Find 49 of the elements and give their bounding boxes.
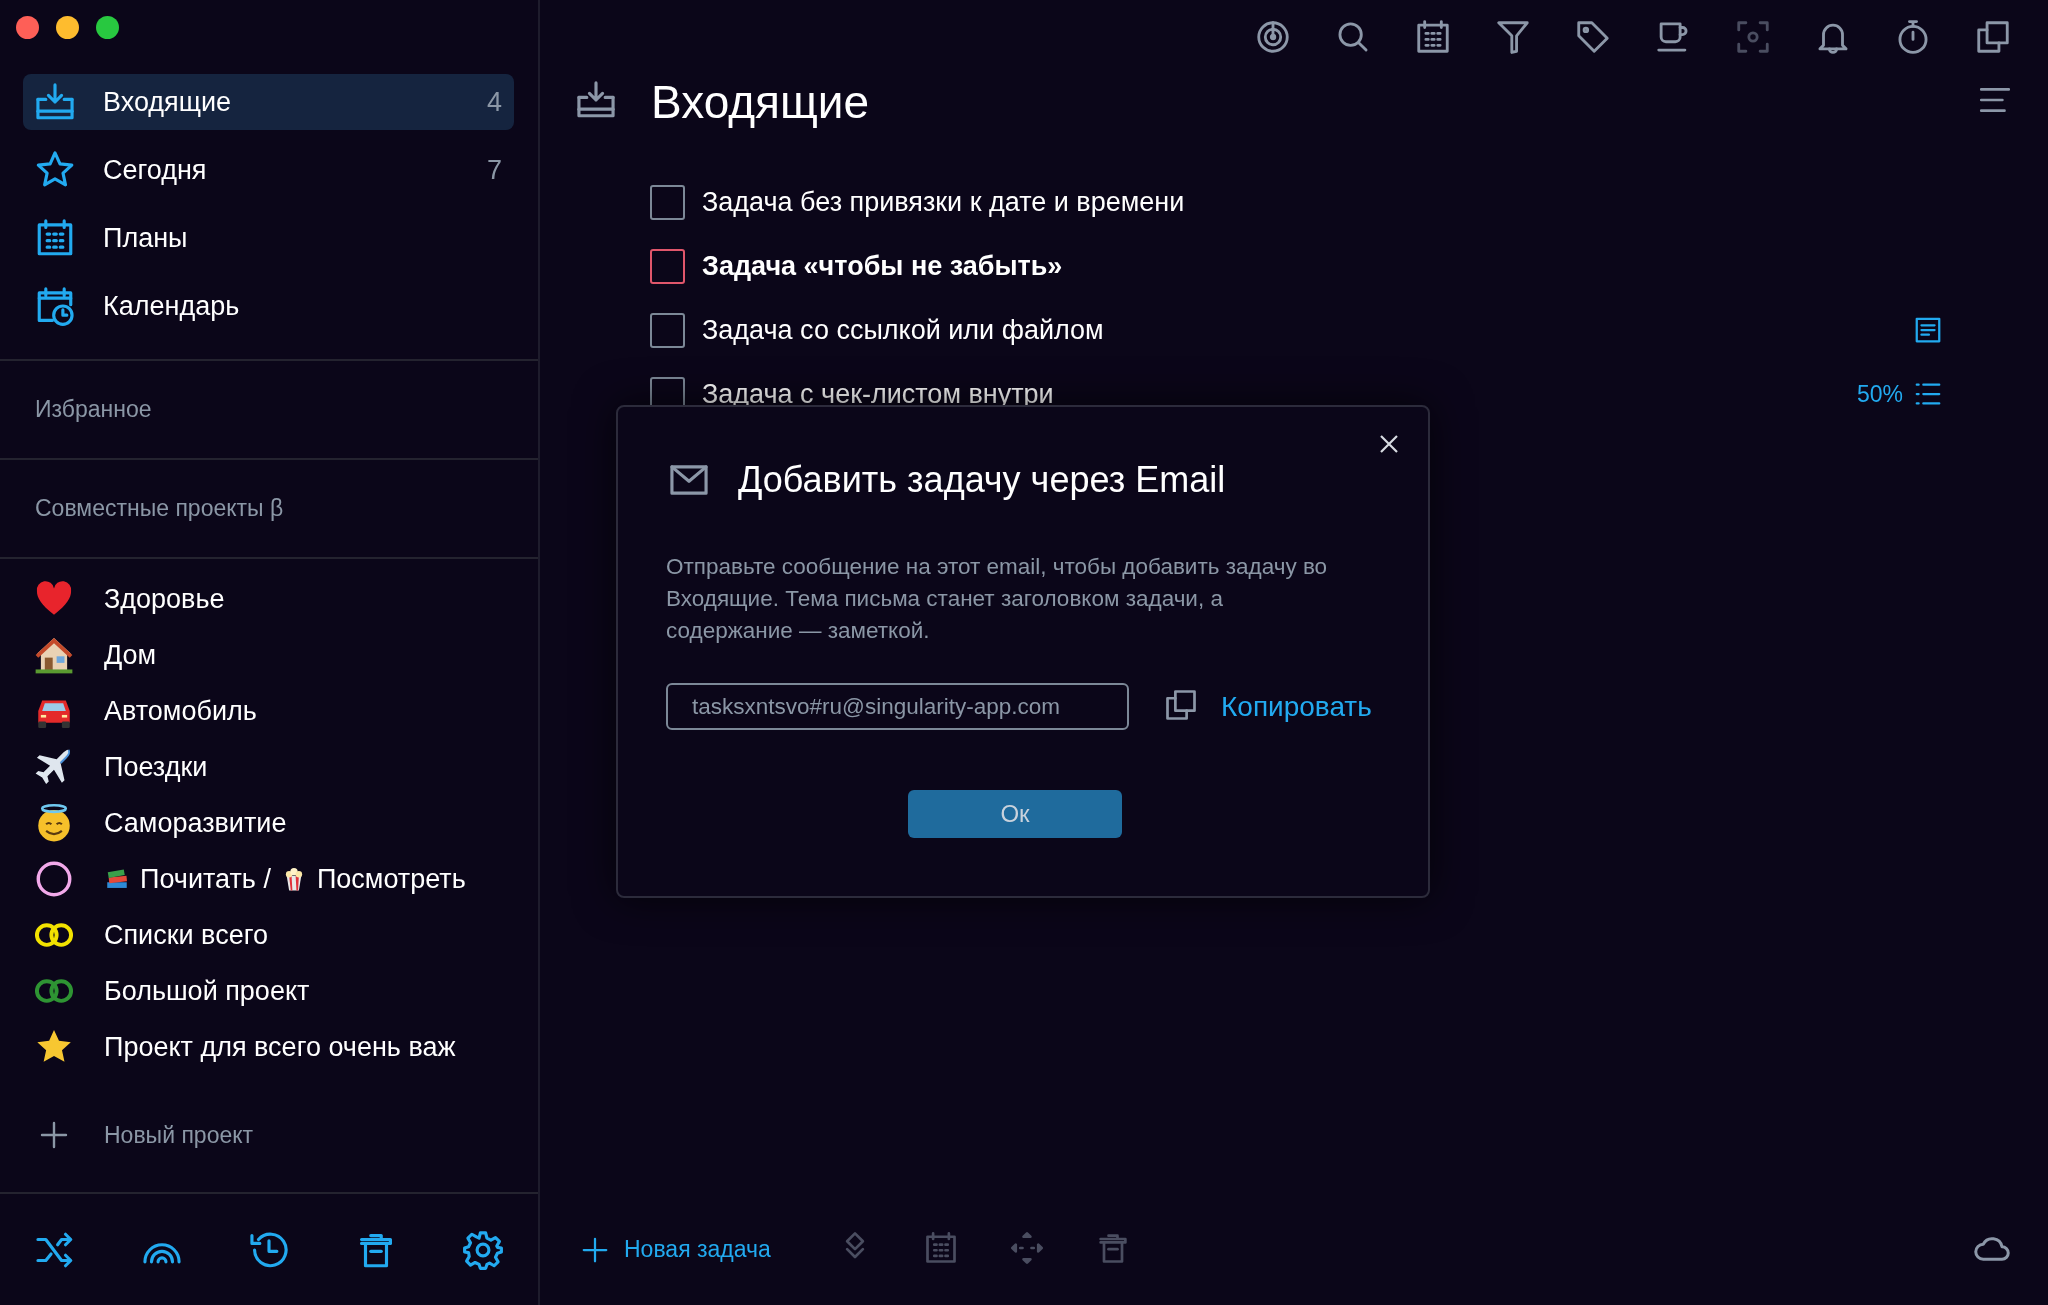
new-task-button[interactable]: Новая задача (580, 1234, 771, 1265)
ok-button[interactable]: Ок (908, 790, 1122, 838)
task-checkbox[interactable] (650, 184, 685, 220)
sidebar-item-label: Входящие (103, 86, 232, 118)
checklist-percent-text: 50% (1856, 380, 1903, 408)
sidebar-item[interactable]: Календарь (23, 278, 514, 334)
zoom-window-button[interactable] (96, 16, 119, 39)
dialog-title: Добавить задачу через Email (738, 459, 1226, 501)
item-count: 4 (486, 86, 502, 118)
project-name[interactable]: Посмотреть (316, 863, 466, 895)
project-name[interactable]: Большой проект (104, 975, 310, 1007)
settings-icon[interactable] (462, 1228, 504, 1271)
sidebar-item[interactable]: Планы (23, 210, 514, 266)
task-title[interactable]: Задача «чтобы не забыть» (702, 250, 1943, 282)
sidebar-item-label: Календарь (103, 290, 241, 322)
sidebar-item-label: Планы (103, 222, 189, 254)
task-title[interactable]: Задача без привязки к дате и времени (702, 186, 1943, 218)
project-name[interactable]: Списки всего (104, 919, 268, 951)
task-title[interactable]: Задача со ссылкой или файлом (702, 314, 1913, 346)
email-field[interactable]: tasksxntsvo#ru@singularity-app.com (666, 683, 1129, 730)
task-checkbox[interactable] (650, 312, 685, 348)
filter-icon[interactable] (1494, 18, 1532, 56)
project-name[interactable]: Автомобиль (104, 695, 257, 727)
copy-icon[interactable] (1974, 18, 2012, 56)
calendar-icon[interactable] (1414, 18, 1452, 56)
dialog-description: Отправьте сообщение на этот email, чтобы добавить задачу во Входящие. Тема письма станет заголовком задачи, а содержание — заметкой. (666, 553, 1329, 645)
task-checkbox[interactable] (650, 248, 685, 284)
project-name[interactable]: Проект для всего очень важ (104, 1031, 456, 1063)
item-count: 7 (486, 154, 502, 186)
new-project-link[interactable]: Новый проект (104, 1121, 254, 1149)
close-window-button[interactable] (16, 16, 39, 39)
section-heading[interactable]: Избранное (35, 396, 152, 423)
sidebar-item[interactable]: Входящие 4 (23, 74, 514, 130)
copy-link[interactable]: Копировать (1221, 690, 1372, 723)
radar-icon[interactable] (1254, 18, 1292, 56)
tag-icon[interactable] (1574, 18, 1612, 56)
page-title: Входящие (651, 75, 871, 129)
minimize-window-button[interactable] (56, 16, 79, 39)
project-name[interactable]: Здоровье (104, 583, 225, 615)
project-name[interactable]: Почитать / (140, 863, 271, 895)
sidebar-item[interactable]: Сегодня 7 (23, 142, 514, 198)
plus-icon[interactable] (38, 1119, 70, 1151)
project-name[interactable]: Саморазвитие (104, 807, 287, 839)
section-heading[interactable]: Совместные проекты β (35, 495, 284, 522)
sidebar-item-label: Сегодня (103, 154, 208, 186)
close-icon (1378, 433, 1400, 455)
project-name[interactable]: Дом (104, 639, 157, 671)
note-icon (1913, 315, 1943, 345)
project-name[interactable]: Поездки (104, 751, 208, 783)
